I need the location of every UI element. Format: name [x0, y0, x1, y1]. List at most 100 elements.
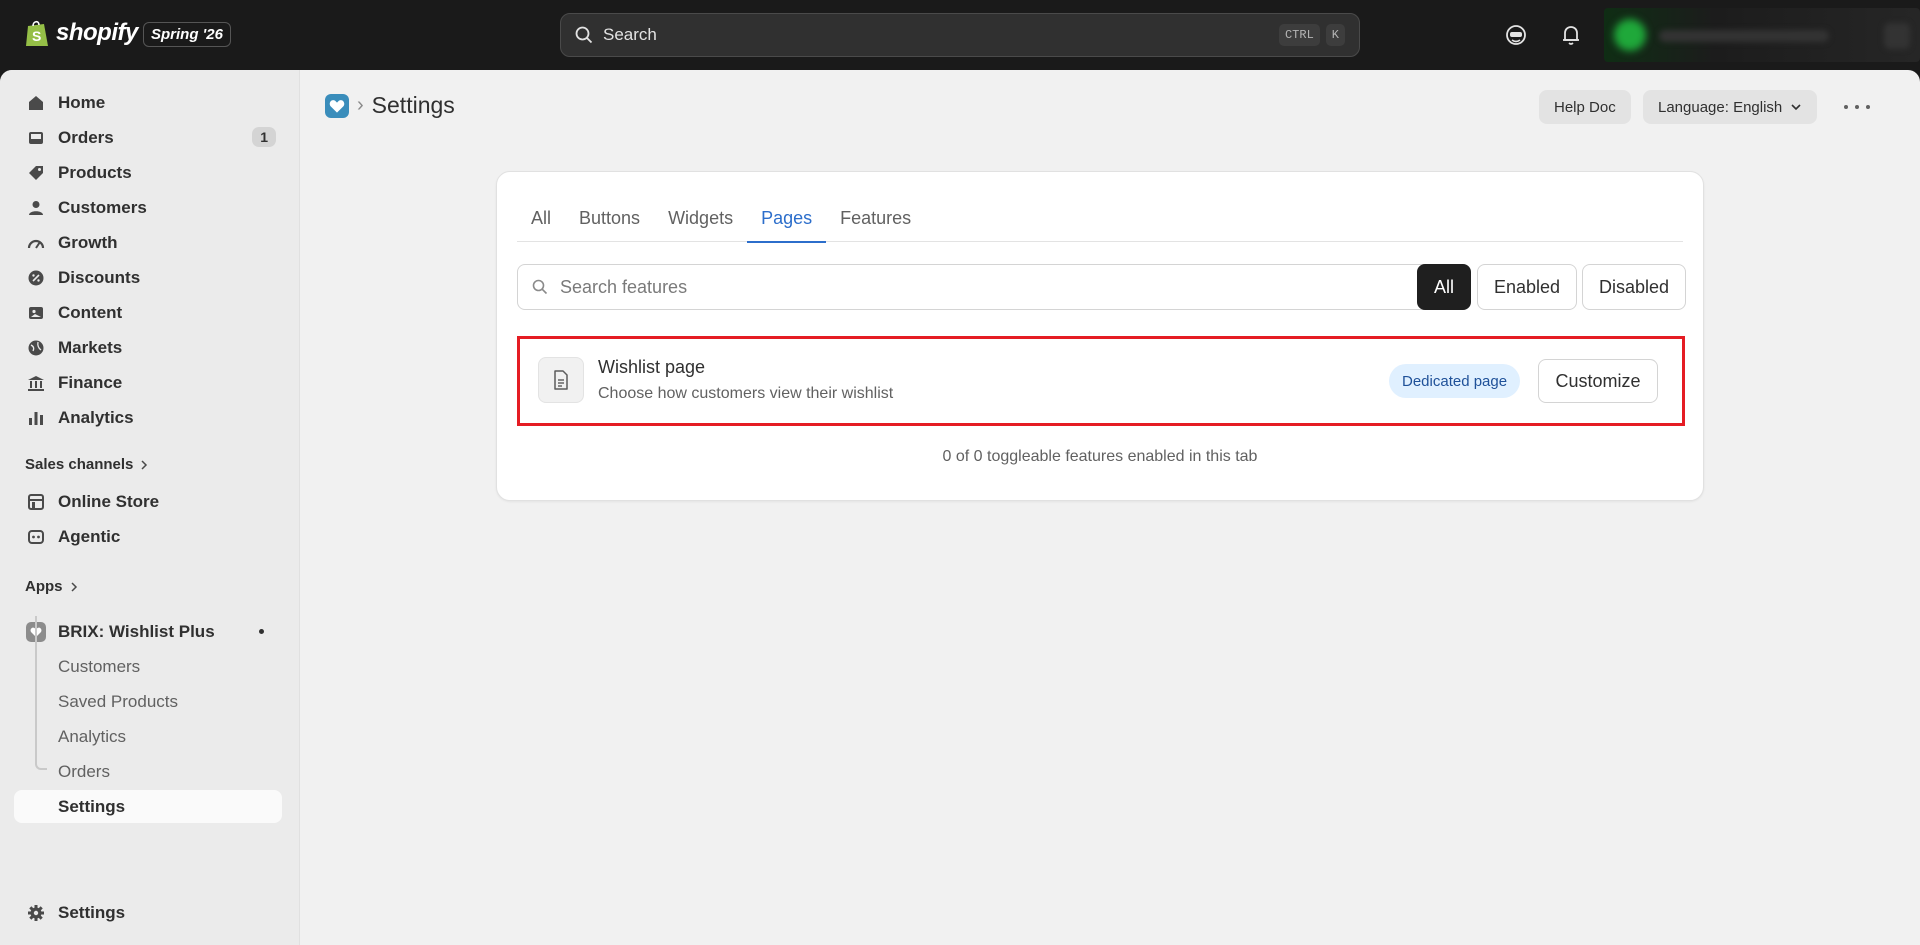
sidebar-subitem-saved-products[interactable]: Saved Products	[14, 685, 282, 718]
sidebar-item-label: Customers	[58, 656, 141, 676]
document-icon	[538, 357, 584, 403]
sidebar-item-settings[interactable]: Settings	[14, 896, 282, 929]
tab-features[interactable]: Features	[826, 196, 925, 242]
sidebar-item-content[interactable]: Content	[14, 296, 282, 329]
sidebar-item-home[interactable]: Home	[14, 86, 282, 119]
shortcut-key-k: K	[1325, 24, 1345, 46]
orders-icon	[26, 128, 46, 148]
gear-icon	[26, 903, 46, 923]
sidebar-item-brix-wishlist-plus[interactable]: BRIX: Wishlist Plus	[14, 615, 282, 648]
sidebar-subitem-settings[interactable]: Settings	[14, 790, 282, 823]
brand-name: shopify	[56, 19, 138, 46]
features-summary: 0 of 0 toggleable features enabled in th…	[942, 448, 1258, 465]
sidebar-item-label: Finance	[58, 372, 123, 392]
agent-icon	[26, 527, 46, 547]
sidebar-item-finance[interactable]: Finance	[14, 366, 282, 399]
orders-count-badge: 1	[252, 127, 276, 147]
more-actions-button[interactable]	[1844, 96, 1870, 118]
store-avatar	[1614, 19, 1646, 51]
top-bar: S shopify Spring '26 Search CTRL K	[0, 0, 1920, 70]
sidebar-item-label: Orders	[58, 127, 114, 147]
sidebar-item-growth[interactable]: Growth	[14, 226, 282, 259]
sidebar-item-label: Settings	[58, 902, 126, 922]
help-doc-button[interactable]: Help Doc	[1539, 90, 1631, 124]
sidebar-item-label: Growth	[58, 232, 118, 252]
gauge-icon	[26, 233, 46, 253]
person-icon	[26, 198, 46, 218]
chevron-right-icon	[70, 581, 77, 592]
feature-search-input[interactable]: Search features	[517, 264, 1437, 310]
sidebar-item-products[interactable]: Products	[14, 156, 282, 189]
edition-badge[interactable]: Spring '26	[143, 22, 231, 47]
page-title: Settings	[371, 92, 455, 118]
shopify-logo[interactable]: S shopify	[24, 18, 138, 48]
store-icon	[26, 492, 46, 512]
tag-icon	[26, 163, 46, 183]
sidebar-item-label: Customers	[58, 197, 147, 217]
sidebar-item-orders[interactable]: Orders 1	[14, 121, 282, 154]
feature-row-wishlist-page: Wishlist page Choose how customers view …	[517, 336, 1685, 426]
sidebar-item-online-store[interactable]: Online Store	[14, 485, 282, 518]
search-icon	[532, 279, 548, 295]
tab-all[interactable]: All	[517, 196, 565, 242]
features-card: All Buttons Widgets Pages Features Searc…	[496, 171, 1704, 501]
bar-chart-icon	[26, 408, 46, 428]
sidebar-item-markets[interactable]: Markets	[14, 331, 282, 364]
sidebar-item-label: Products	[58, 162, 132, 182]
breadcrumb-separator-icon: ›	[357, 94, 364, 116]
feature-tabs: All Buttons Widgets Pages Features	[517, 196, 1683, 243]
tab-pages[interactable]: Pages	[747, 196, 827, 243]
discount-icon	[26, 268, 46, 288]
language-select-label: Language: English	[1658, 98, 1783, 116]
section-label-text: Apps	[25, 578, 63, 595]
shopify-bag-icon: S	[26, 20, 48, 46]
sidebar-subitem-orders[interactable]: Orders	[14, 755, 282, 788]
sidebar-item-label: Markets	[58, 337, 123, 357]
search-placeholder: Search	[603, 25, 657, 44]
sidebar-item-label: Analytics	[58, 726, 127, 746]
feature-description: Choose how customers view their wishlist	[598, 385, 894, 402]
sidebar-subitem-customers[interactable]: Customers	[14, 650, 282, 683]
sales-channels-header[interactable]: Sales channels	[25, 456, 149, 473]
tab-widgets[interactable]: Widgets	[654, 196, 747, 242]
feature-type-badge: Dedicated page	[1389, 364, 1521, 398]
svg-text:S: S	[32, 28, 41, 44]
account-menu[interactable]	[1604, 8, 1920, 62]
filter-disabled-button[interactable]: Disabled	[1582, 264, 1686, 310]
admin-shell: Home Orders 1 Products Customers Growth …	[0, 70, 1920, 945]
chevron-down-icon	[1791, 104, 1801, 111]
sidebar-item-label: BRIX: Wishlist Plus	[58, 621, 215, 641]
feature-title: Wishlist page	[598, 357, 706, 377]
sidebar-item-label: Orders	[58, 761, 110, 781]
customize-button[interactable]: Customize	[1538, 359, 1658, 403]
shortcut-key-ctrl: CTRL	[1278, 24, 1320, 46]
home-icon	[26, 93, 46, 113]
sidebar-item-customers[interactable]: Customers	[14, 191, 282, 224]
filter-all-button[interactable]: All	[1417, 264, 1471, 310]
apps-header[interactable]: Apps	[25, 578, 79, 595]
sidebar-item-label: Online Store	[58, 491, 160, 511]
feature-search-placeholder: Search features	[560, 276, 688, 297]
ellipsis-dot	[1855, 105, 1859, 109]
ellipsis-dot	[1866, 105, 1870, 109]
image-icon	[26, 303, 46, 323]
sidebar-item-analytics[interactable]: Analytics	[14, 401, 282, 434]
sidekick-icon[interactable]	[1503, 22, 1529, 48]
sidebar-item-label: Home	[58, 92, 106, 112]
search-icon	[575, 26, 593, 44]
tab-buttons[interactable]: Buttons	[565, 196, 654, 242]
filter-enabled-button[interactable]: Enabled	[1477, 264, 1577, 310]
store-name-redacted	[1659, 30, 1829, 42]
sidebar-item-discounts[interactable]: Discounts	[14, 261, 282, 294]
sidebar-subitem-analytics[interactable]: Analytics	[14, 720, 282, 753]
global-search-input[interactable]: Search CTRL K	[560, 13, 1360, 57]
section-label-text: Sales channels	[25, 456, 134, 473]
sidebar-item-label: Agentic	[58, 526, 121, 546]
wishlist-app-icon[interactable]	[325, 93, 349, 118]
chevron-right-icon	[141, 459, 148, 470]
language-select[interactable]: Language: English	[1643, 90, 1818, 124]
sidebar-item-agentic[interactable]: Agentic	[14, 520, 282, 553]
app-status-dot	[259, 629, 264, 634]
sidebar-item-label: Settings	[58, 796, 126, 816]
notification-bell-icon[interactable]	[1558, 22, 1584, 48]
